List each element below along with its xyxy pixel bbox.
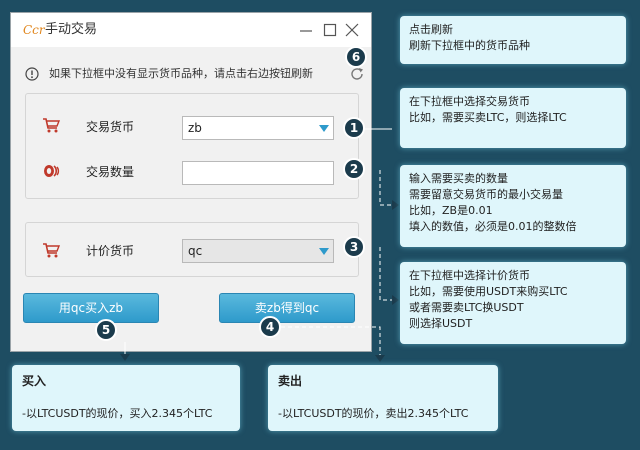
buy-result-title: 买入 — [22, 374, 47, 388]
callout-amount-line-1: 输入需要买卖的数量 — [409, 172, 508, 185]
sell-result-desc: -以LTCUSDT的现价，卖出2.345个LTC — [278, 407, 469, 420]
quote-currency-label: 计价货币 — [86, 244, 135, 258]
quote-group: 计价货币 qc — [25, 222, 359, 277]
trade-currency-value: zb — [188, 121, 202, 135]
callout-quote-line-2: 比如，需要使用USDT来购买LTC — [409, 285, 568, 298]
chevron-down-icon — [319, 125, 329, 132]
callout-quote-line-3: 或者需要卖LTC换USDT — [409, 301, 524, 314]
cart-icon — [43, 243, 61, 258]
callout-trade-line-1: 在下拉框中选择交易货币 — [409, 95, 530, 108]
callout-trade-line-2: 比如，需要买卖LTC，则选择LTC — [409, 111, 567, 124]
maximize-icon[interactable] — [321, 21, 339, 39]
callout-amount-line-2: 需要留意交易货币的最小交易量 — [409, 188, 563, 201]
callout-quote-line-1: 在下拉框中选择计价货币 — [409, 269, 530, 282]
notice-text: 如果下拉框中没有显示货币品种，请点击右边按钮刷新 — [49, 67, 313, 80]
callout-trade-amount: 输入需要买卖的数量 需要留意交易货币的最小交易量 比如，ZB是0.01 填入的数… — [400, 165, 626, 247]
sell-result-title: 卖出 — [278, 374, 303, 388]
callout-refresh-line-1: 点击刷新 — [409, 23, 453, 36]
callout-amount-line-4: 填入的数值，必须是0.01的整数倍 — [409, 220, 577, 233]
info-icon — [25, 67, 39, 81]
window-title: 手动交易 — [45, 22, 98, 37]
close-icon[interactable] — [343, 21, 361, 39]
step-marker-2: 2 — [343, 158, 365, 180]
refresh-notice: 如果下拉框中没有显示货币品种，请点击右边按钮刷新 — [25, 65, 365, 85]
callout-refresh: 点击刷新 刷新下拉框中的货币品种 — [400, 16, 626, 64]
callout-quote-currency: 在下拉框中选择计价货币 比如，需要使用USDT来购买LTC 或者需要卖LTC换U… — [400, 262, 626, 344]
cart-icon — [43, 118, 61, 133]
trade-currency-select[interactable]: zb — [182, 116, 334, 140]
callout-amount-line-3: 比如，ZB是0.01 — [409, 204, 493, 217]
app-logo: Ccr — [23, 23, 45, 37]
trade-amount-input[interactable] — [182, 161, 334, 185]
callout-quote-line-4: 则选择USDT — [409, 317, 473, 330]
refresh-icon[interactable] — [349, 66, 365, 82]
trade-group: 交易货币 zb 交易数量 — [25, 93, 359, 199]
callout-trade-currency: 在下拉框中选择交易货币 比如，需要买卖LTC，则选择LTC — [400, 88, 626, 148]
quote-currency-value: qc — [188, 244, 203, 258]
step-marker-3: 3 — [343, 236, 365, 258]
step-marker-5: 5 — [95, 319, 117, 341]
buy-result-box: 买入 -以LTCUSDT的现价，买入2.345个LTC — [12, 365, 240, 431]
buy-button[interactable]: 用qc买入zb — [23, 293, 159, 323]
quote-currency-select[interactable]: qc — [182, 239, 334, 263]
trade-currency-label: 交易货币 — [86, 120, 135, 134]
coins-icon — [44, 165, 60, 177]
step-marker-1: 1 — [343, 117, 365, 139]
step-marker-4: 4 — [259, 316, 281, 338]
minimize-icon[interactable] — [297, 21, 315, 39]
manual-trade-window: Ccr 手动交易 如果下拉框中没有显示货币品种，请点击右边按钮刷新 交易货币 z… — [10, 12, 372, 352]
title-bar: Ccr 手动交易 — [11, 13, 371, 47]
chevron-down-icon — [319, 248, 329, 255]
step-marker-6: 6 — [345, 46, 367, 68]
sell-button[interactable]: 卖zb得到qc — [219, 293, 355, 323]
sell-result-box: 卖出 -以LTCUSDT的现价，卖出2.345个LTC — [268, 365, 498, 431]
callout-refresh-line-2: 刷新下拉框中的货币品种 — [409, 39, 530, 52]
buy-result-desc: -以LTCUSDT的现价，买入2.345个LTC — [22, 407, 213, 420]
trade-amount-label: 交易数量 — [86, 165, 135, 179]
